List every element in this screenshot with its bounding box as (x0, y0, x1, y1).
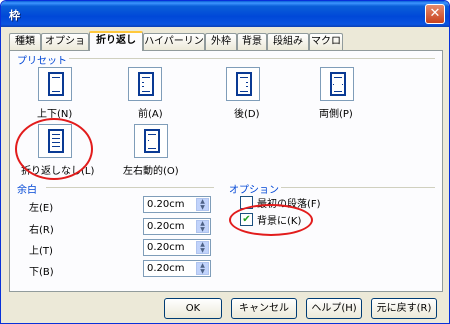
spin-arrows-icon[interactable]: ▲ ▼ (196, 198, 209, 211)
spin-arrows-icon[interactable]: ▲ ▼ (196, 220, 209, 233)
spacing-separator (46, 187, 214, 188)
tab-type[interactable]: 種類 (9, 33, 41, 50)
preset-before-label: 前(A) (138, 109, 163, 120)
preset-after[interactable] (226, 67, 260, 101)
preset-parallel-label: 両側(P) (319, 109, 353, 120)
spacing-right-value: 0.20cm (147, 221, 185, 232)
spacing-left-value: 0.20cm (147, 199, 185, 210)
tab-wrap[interactable]: 折り返し (89, 31, 143, 51)
spacing-left-label: 左(E) (29, 203, 54, 214)
spacing-heading: 余白 (15, 181, 39, 196)
cancel-button[interactable]: キャンセル (231, 298, 297, 319)
preset-after-label: 後(D) (234, 109, 260, 120)
annotation-circle-preset (15, 118, 93, 180)
wrap-parallel-icon (330, 72, 346, 96)
tab-background[interactable]: 背景 (237, 33, 267, 50)
wrap-after-icon (236, 72, 252, 96)
title-bar[interactable]: 枠 ✕ (1, 1, 449, 27)
spacing-top-label: 上(T) (29, 246, 53, 257)
spin-arrows-icon[interactable]: ▲ ▼ (196, 241, 209, 254)
spacing-right-field[interactable]: 0.20cm ▲ ▼ (143, 218, 211, 235)
help-button[interactable]: ヘルプ(H) (306, 298, 362, 319)
spacing-top-field[interactable]: 0.20cm ▲ ▼ (143, 239, 211, 256)
spacing-bottom-value: 0.20cm (147, 263, 185, 274)
options-separator (279, 187, 435, 188)
window-title: 枠 (9, 9, 20, 22)
spacing-bottom-label: 下(B) (29, 267, 54, 278)
ok-button[interactable]: OK (164, 298, 222, 319)
wrap-before-icon (138, 72, 154, 96)
wrap-optimal-icon (144, 129, 160, 153)
reset-button[interactable]: 元に戻す(R) (371, 298, 437, 319)
preset-parallel[interactable] (320, 67, 354, 101)
tab-columns[interactable]: 段組み (267, 33, 309, 50)
spin-arrows-icon[interactable]: ▲ ▼ (196, 262, 209, 275)
wrap-none-icon (48, 72, 64, 96)
annotation-circle-checkbox (229, 204, 313, 236)
presets-heading: プリセット (15, 52, 69, 67)
presets-separator (61, 58, 435, 59)
spacing-bottom-field[interactable]: 0.20cm ▲ ▼ (143, 260, 211, 277)
preset-before[interactable] (128, 67, 162, 101)
spacing-left-field[interactable]: 0.20cm ▲ ▼ (143, 196, 211, 213)
tab-borders[interactable]: 外枠 (205, 33, 237, 50)
close-button[interactable]: ✕ (425, 4, 445, 24)
spacing-right-label: 右(R) (29, 225, 54, 236)
spacing-top-value: 0.20cm (147, 242, 185, 253)
preset-optimal-label: 左右動的(O) (123, 166, 179, 177)
tab-hyperlink[interactable]: ハイパーリンク (143, 33, 205, 62)
options-heading: オプション (227, 181, 281, 196)
preset-optimal[interactable] (134, 124, 168, 158)
tab-macro[interactable]: マクロ (309, 33, 343, 50)
preset-none[interactable] (38, 67, 72, 101)
tab-options[interactable]: オプション (41, 33, 89, 62)
frame-dialog: 枠 ✕ 種類 オプション 折り返し ハイパーリンク 外枠 背景 段組み マクロ … (0, 0, 450, 324)
